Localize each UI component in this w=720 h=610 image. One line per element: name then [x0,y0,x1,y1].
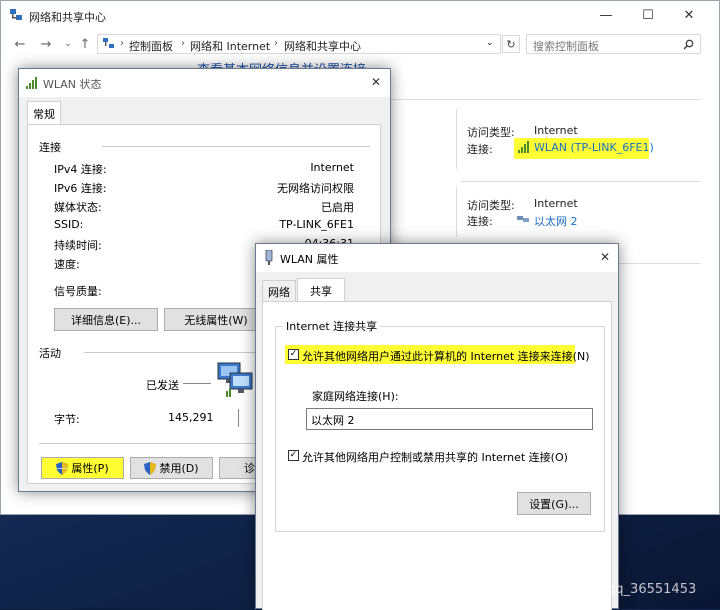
search-placeholder: 搜索控制面板 [533,40,599,53]
access-type-value: Internet [534,124,578,137]
ssid-label: SSID: [54,218,84,231]
search-input[interactable]: 搜索控制面板 [526,34,701,54]
home-network-field[interactable]: 以太网 2 [306,408,593,430]
divider [456,109,457,169]
dialog-title: WLAN 状态 [43,78,102,91]
breadcrumb-separator-icon: › [181,38,185,49]
wifi-signal-icon [26,77,37,89]
ipv4-label: IPv4 连接: [54,163,107,176]
network-adapter-icon [265,250,273,265]
media-state-label: 媒体状态: [54,201,102,214]
divider [456,187,457,237]
wifi-signal-icon [518,141,529,153]
ipv4-value: Internet [310,161,354,174]
tab-networking[interactable]: 网络 [262,280,296,302]
ipv6-label: IPv6 连接: [54,182,107,195]
bytes-label: 字节: [54,413,80,426]
media-state-value: 已启用 [321,201,354,214]
home-network-value: 以太网 2 [311,414,355,427]
navigation-bar: ← → ⌄ ↑ › 控制面板 › 网络和 Internet › 网络和共享中心 … [1,31,719,57]
wireless-properties-button[interactable]: 无线属性(W) [164,308,268,331]
network-center-icon [10,9,22,20]
ethernet-icon [517,216,529,222]
forward-arrow-icon[interactable]: → [37,35,55,53]
ics-group-title: Internet 连接共享 [283,318,381,334]
close-icon[interactable]: ✕ [371,75,381,89]
breadcrumb-separator-icon: › [120,38,124,49]
close-icon[interactable]: ✕ [600,250,610,264]
wlan-properties-dialog: WLAN 属性 ✕ 网络 共享 Internet 连接共享 ✓ 允许其他网络用户… [255,243,619,610]
wlan-connection-link[interactable]: WLAN (TP-LINK_6FE1) [534,141,654,154]
properties-button[interactable]: 属性(P) [41,457,124,479]
breadcrumb-control-panel[interactable]: 控制面板 [129,38,173,54]
title-bar: 网络和共享中心 — ☐ ✕ [1,1,719,31]
dialog-title: WLAN 属性 [280,253,339,266]
allow-control-label[interactable]: 允许其他网络用户控制或禁用共享的 Internet 连接(O) [302,449,568,465]
tab-general[interactable]: 常规 [27,101,61,125]
activity-section-header: 活动 [39,347,61,360]
minimize-button[interactable]: — [586,1,626,29]
duration-label: 持续时间: [54,239,102,252]
details-button[interactable]: 详细信息(E)... [54,308,158,331]
disable-label: 禁用(D) [159,462,199,475]
signal-quality-label: 信号质量: [54,285,102,298]
ethernet-connection-link[interactable]: 以太网 2 [534,213,578,229]
connection-label: 连接: [467,215,493,228]
access-type-value: Internet [534,197,578,210]
dialog-title-bar: WLAN 属性 ✕ [256,244,618,272]
close-button[interactable]: ✕ [669,1,709,29]
tab-sharing[interactable]: 共享 [297,278,345,302]
refresh-icon[interactable]: ↻ [502,35,520,53]
address-dropdown-chevron-icon[interactable]: ⌄ [486,38,494,48]
bytes-sent-value: 145,291 [168,411,214,424]
back-arrow-icon[interactable]: ← [11,35,29,53]
connection-label: 连接: [467,143,493,156]
connection-section-header: 连接 [39,141,61,154]
divider [238,409,239,427]
access-type-label: 访问类型: [467,126,515,139]
breadcrumb-network-internet[interactable]: 网络和 Internet [190,38,270,54]
speed-label: 速度: [54,258,80,271]
home-network-label: 家庭网络连接(H): [312,390,399,403]
recent-chevron-down-icon[interactable]: ⌄ [59,35,77,53]
allow-share-checkbox[interactable]: ✓ [288,349,299,360]
divider [461,181,701,182]
search-icon [683,39,694,50]
tab-panel: Internet 连接共享 ✓ 允许其他网络用户通过此计算机的 Internet… [262,301,612,610]
maximize-button[interactable]: ☐ [628,1,668,29]
uac-shield-icon [56,461,69,475]
dialog-title-bar: WLAN 状态 ✕ [19,69,390,97]
disable-button[interactable]: 禁用(D) [130,457,213,479]
network-activity-icon [217,362,253,397]
properties-label: 属性(P) [71,462,109,475]
control-panel-icon [103,38,114,48]
sent-label: 已发送 [146,379,179,392]
breadcrumb-separator-icon: › [274,38,278,49]
divider [391,99,701,100]
ssid-value: TP-LINK_6FE1 [279,218,354,231]
watermark-text: https://blog.csdn.net/qq_36551453 [468,582,697,597]
access-type-label: 访问类型: [467,199,515,212]
divider [183,383,211,384]
breadcrumb-sharing-center[interactable]: 网络和共享中心 [284,38,361,54]
settings-button[interactable]: 设置(G)... [517,492,591,515]
uac-shield-icon [144,461,157,475]
ipv6-value: 无网络访问权限 [277,182,354,195]
up-arrow-icon[interactable]: ↑ [76,35,94,53]
divider [102,146,370,147]
allow-control-checkbox[interactable]: ✓ [288,450,299,461]
window-title: 网络和共享中心 [29,11,106,24]
allow-share-label[interactable]: 允许其他网络用户通过此计算机的 Internet 连接来连接(N) [302,348,589,364]
address-bar[interactable]: › 控制面板 › 网络和 Internet › 网络和共享中心 ⌄ [97,34,501,54]
